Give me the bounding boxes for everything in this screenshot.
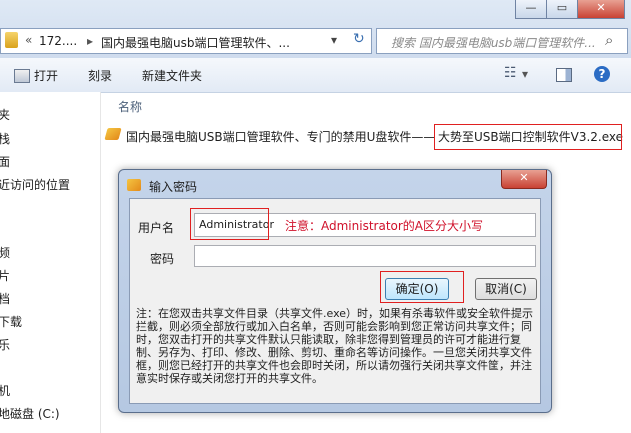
path-segment-current[interactable]: 国内最强电脑usb端口管理软件、... bbox=[101, 34, 290, 51]
minimize-icon: — bbox=[525, 1, 537, 14]
highlight-box bbox=[434, 124, 622, 150]
highlight-box bbox=[380, 271, 464, 303]
nav-item[interactable]: 面 bbox=[0, 153, 10, 170]
password-label: 密码 bbox=[150, 252, 175, 266]
new-folder-button[interactable]: 新建文件夹 bbox=[142, 67, 202, 84]
search-box[interactable]: 搜索 国内最强电脑usb端口管理软件... ⌕ bbox=[376, 28, 628, 54]
view-arrow-icon[interactable]: ▾ bbox=[522, 67, 528, 81]
nav-item[interactable]: 夹 bbox=[0, 106, 10, 123]
nav-item[interactable]: 栈 bbox=[0, 130, 10, 147]
nav-item[interactable]: 频 bbox=[0, 244, 10, 261]
navigation-pane: 夹 栈 面 近访问的位置 频 片 档 下载 乐 机 地磁盘 (C:) ... bbox=[0, 92, 101, 433]
cancel-button[interactable]: 取消(C) bbox=[475, 278, 537, 300]
nav-item[interactable]: 地磁盘 (C:) bbox=[0, 405, 60, 422]
app-icon bbox=[127, 179, 141, 191]
notice-text: 注：在您双击共享文件目录（共享文件.exe）时，如果有杀毒软件或安全软件提示拦截… bbox=[136, 307, 534, 385]
column-header-name[interactable]: 名称 bbox=[118, 98, 142, 115]
password-field[interactable] bbox=[194, 245, 536, 267]
dropdown-arrow-icon[interactable]: ▾ bbox=[331, 33, 337, 47]
search-icon[interactable]: ⌕ bbox=[605, 31, 613, 49]
username-label: 用户名 bbox=[138, 221, 175, 235]
cancel-button-label: 取消(C) bbox=[485, 282, 527, 296]
nav-item[interactable]: 档 bbox=[0, 290, 10, 307]
file-name-prefix[interactable]: 国内最强电脑USB端口管理软件、专门的禁用U盘软件—— bbox=[126, 128, 435, 145]
folder-icon bbox=[5, 32, 18, 48]
window-controls: — ▭ ✕ bbox=[515, 0, 627, 20]
close-icon: ✕ bbox=[596, 1, 606, 14]
close-window-button[interactable]: ✕ bbox=[577, 0, 625, 19]
dialog-body: 用户名 Administrator 注意：Administrator的A区分大小… bbox=[129, 198, 541, 404]
path-separator-icon: ▸ bbox=[87, 34, 94, 48]
nav-item[interactable]: 乐 bbox=[0, 336, 10, 353]
dialog-close-button[interactable]: ✕ bbox=[501, 170, 547, 189]
password-dialog: 输入密码 ✕ 用户名 Administrator 注意：Administrato… bbox=[118, 169, 552, 413]
help-icon[interactable]: ? bbox=[594, 66, 610, 82]
exe-file-icon bbox=[104, 128, 122, 140]
close-icon: ✕ bbox=[519, 171, 529, 184]
nav-item[interactable]: 机 bbox=[0, 382, 10, 399]
open-button[interactable]: 打开 bbox=[34, 67, 58, 84]
back-chevron-icon: « bbox=[25, 33, 33, 47]
minimize-button[interactable]: — bbox=[515, 0, 547, 19]
highlight-box bbox=[190, 208, 269, 240]
open-icon bbox=[14, 69, 30, 83]
maximize-icon: ▭ bbox=[556, 1, 568, 14]
nav-item[interactable]: 片 bbox=[0, 267, 10, 284]
path-segment[interactable]: 172.... bbox=[39, 34, 77, 48]
nav-item[interactable]: 近访问的位置 bbox=[0, 176, 70, 193]
dialog-title: 输入密码 bbox=[149, 180, 198, 194]
address-bar-area: — ▭ ✕ « 172.... ▸ 国内最强电脑usb端口管理软件、... ▾ … bbox=[0, 0, 631, 59]
username-hint: 注意：Administrator的A区分大小写 bbox=[285, 219, 484, 233]
view-options-icon[interactable]: ☷ bbox=[504, 65, 517, 81]
burn-button[interactable]: 刻录 bbox=[88, 67, 112, 84]
breadcrumb[interactable]: « 172.... ▸ 国内最强电脑usb端口管理软件、... ▾ ↻ bbox=[0, 28, 372, 54]
toolbar: 打开 刻录 新建文件夹 ☷ ▾ ? bbox=[0, 58, 631, 93]
nav-item[interactable]: 下载 bbox=[0, 313, 22, 330]
nav-item[interactable]: ... bbox=[0, 425, 9, 433]
refresh-icon[interactable]: ↻ bbox=[353, 31, 365, 47]
search-input[interactable]: 搜索 国内最强电脑usb端口管理软件... bbox=[391, 34, 596, 51]
preview-pane-icon[interactable] bbox=[556, 68, 572, 82]
maximize-button[interactable]: ▭ bbox=[546, 0, 578, 19]
